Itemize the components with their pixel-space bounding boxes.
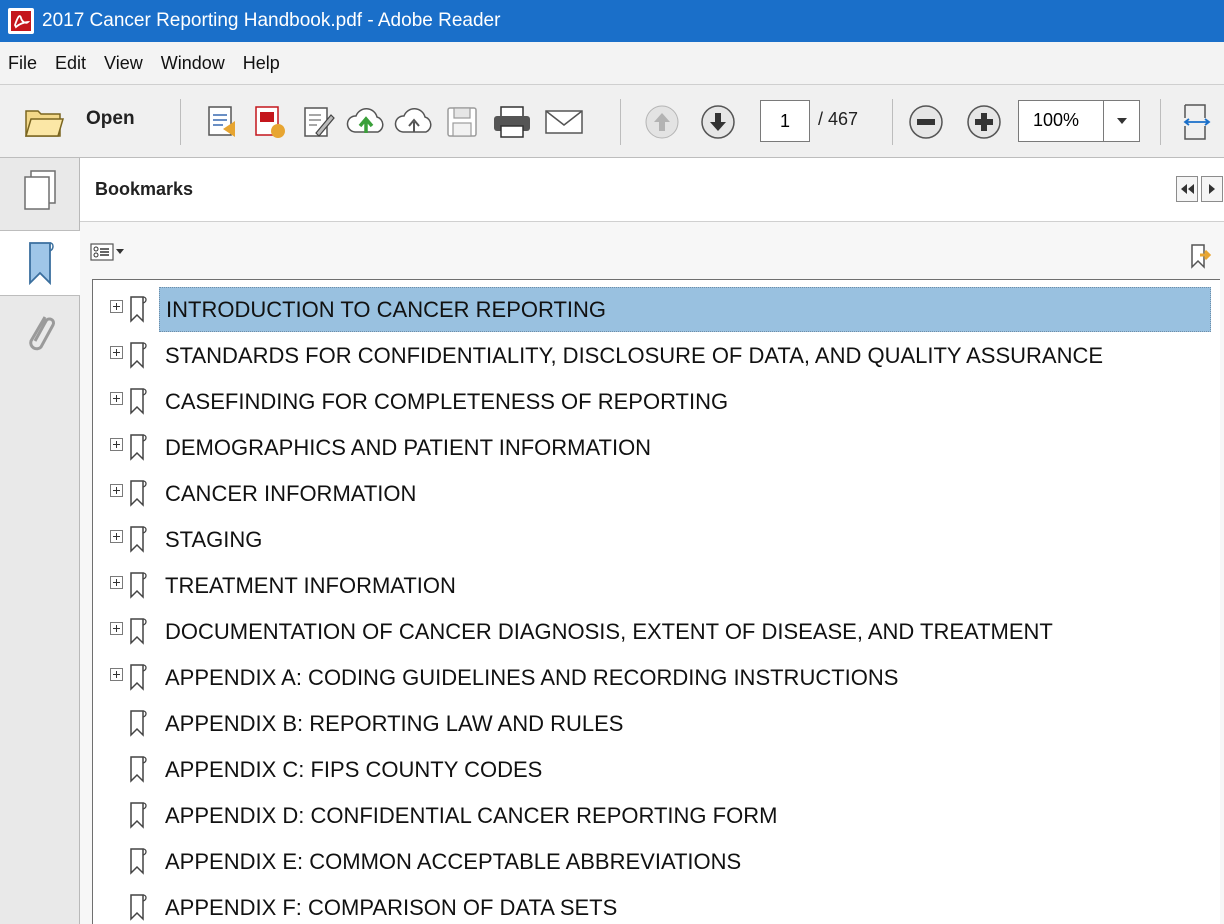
expand-plus-icon[interactable] bbox=[110, 576, 123, 589]
bookmark-item[interactable]: APPENDIX A: CODING GUIDELINES AND RECORD… bbox=[93, 655, 1219, 700]
bookmark-item[interactable]: DEMOGRAPHICS AND PATIENT INFORMATION bbox=[93, 425, 1219, 470]
bookmark-label[interactable]: APPENDIX C: FIPS COUNTY CODES bbox=[165, 757, 542, 783]
fit-width-icon[interactable] bbox=[1178, 101, 1218, 143]
bookmark-label[interactable]: APPENDIX E: COMMON ACCEPTABLE ABBREVIATI… bbox=[165, 849, 741, 875]
bookmark-icon bbox=[128, 663, 150, 696]
bookmark-icon bbox=[128, 479, 150, 512]
pdf-app-icon bbox=[8, 8, 34, 34]
bookmark-item[interactable]: DOCUMENTATION OF CANCER DIAGNOSIS, EXTEN… bbox=[93, 609, 1219, 654]
bookmark-icon bbox=[128, 847, 150, 880]
bookmark-label[interactable]: DEMOGRAPHICS AND PATIENT INFORMATION bbox=[165, 435, 651, 461]
bookmark-item[interactable]: APPENDIX F: COMPARISON OF DATA SETS bbox=[93, 885, 1219, 924]
bookmarks-panel: Bookmarks INTRODUCTION TO CANCER REPORTI… bbox=[80, 158, 1224, 924]
page-total: / 467 bbox=[818, 109, 859, 129]
bookmark-icon bbox=[128, 801, 150, 834]
print-icon[interactable] bbox=[488, 101, 536, 143]
navigation-pane bbox=[0, 158, 81, 924]
edit-document-icon[interactable] bbox=[296, 101, 340, 143]
expand-plus-icon[interactable] bbox=[110, 484, 123, 497]
zoom-out-icon[interactable] bbox=[904, 101, 948, 143]
bookmark-item[interactable]: CANCER INFORMATION bbox=[93, 471, 1219, 516]
bookmark-item[interactable]: CASEFINDING FOR COMPLETENESS OF REPORTIN… bbox=[93, 379, 1219, 424]
panel-title: Bookmarks bbox=[95, 179, 194, 199]
bookmark-item[interactable]: APPENDIX D: CONFIDENTIAL CANCER REPORTIN… bbox=[93, 793, 1219, 838]
attachments-icon[interactable] bbox=[0, 302, 80, 368]
email-icon[interactable] bbox=[540, 101, 588, 143]
cloud-share-icon[interactable] bbox=[392, 101, 436, 143]
page-number-input[interactable]: 1 bbox=[760, 100, 810, 142]
expand-bookmark-icon[interactable] bbox=[1188, 242, 1214, 275]
bookmark-icon bbox=[128, 893, 150, 924]
expand-plus-icon[interactable] bbox=[110, 438, 123, 451]
bookmark-icon bbox=[128, 709, 150, 742]
bookmark-tree: INTRODUCTION TO CANCER REPORTING STANDAR… bbox=[92, 279, 1220, 924]
collapse-pane-button[interactable] bbox=[1176, 176, 1198, 202]
bookmark-icon bbox=[128, 617, 150, 650]
menu-file[interactable]: File bbox=[0, 53, 46, 74]
bookmark-icon bbox=[128, 341, 150, 374]
expand-plus-icon[interactable] bbox=[110, 392, 123, 405]
expand-plus-icon[interactable] bbox=[110, 300, 123, 313]
bookmark-icon bbox=[128, 433, 150, 466]
menu-window[interactable]: Window bbox=[152, 53, 234, 74]
save-icon[interactable] bbox=[440, 101, 484, 143]
bookmark-icon bbox=[128, 571, 150, 604]
chevron-down-icon[interactable] bbox=[1103, 101, 1139, 141]
expand-pane-button[interactable] bbox=[1201, 176, 1223, 202]
bookmark-icon bbox=[128, 295, 150, 328]
bookmark-options-button[interactable] bbox=[90, 242, 126, 262]
window-title: 2017 Cancer Reporting Handbook.pdf - Ado… bbox=[42, 10, 501, 31]
bookmark-label[interactable]: CASEFINDING FOR COMPLETENESS OF REPORTIN… bbox=[165, 389, 728, 415]
bookmark-label[interactable]: APPENDIX F: COMPARISON OF DATA SETS bbox=[165, 895, 617, 921]
menu-bar: File Edit View Window Help bbox=[0, 42, 1224, 84]
bookmark-label[interactable]: DOCUMENTATION OF CANCER DIAGNOSIS, EXTEN… bbox=[165, 619, 1053, 645]
bookmark-icon bbox=[128, 387, 150, 420]
bookmark-item[interactable]: TREATMENT INFORMATION bbox=[93, 563, 1219, 608]
previous-page-icon[interactable] bbox=[640, 101, 684, 143]
create-pdf-icon[interactable] bbox=[200, 101, 244, 143]
expand-plus-icon[interactable] bbox=[110, 346, 123, 359]
title-bar: 2017 Cancer Reporting Handbook.pdf - Ado… bbox=[0, 0, 1224, 42]
bookmark-label[interactable]: APPENDIX D: CONFIDENTIAL CANCER REPORTIN… bbox=[165, 803, 777, 829]
zoom-in-icon[interactable] bbox=[962, 101, 1006, 143]
menu-edit[interactable]: Edit bbox=[46, 53, 95, 74]
export-pdf-icon[interactable] bbox=[248, 101, 292, 143]
cloud-upload-icon[interactable] bbox=[344, 101, 388, 143]
expand-plus-icon[interactable] bbox=[110, 530, 123, 543]
bookmark-item[interactable]: STANDARDS FOR CONFIDENTIALITY, DISCLOSUR… bbox=[93, 333, 1219, 378]
open-button[interactable]: Open bbox=[86, 108, 135, 130]
bookmark-item[interactable]: APPENDIX E: COMMON ACCEPTABLE ABBREVIATI… bbox=[93, 839, 1219, 884]
bookmark-label[interactable]: APPENDIX B: REPORTING LAW AND RULES bbox=[165, 711, 623, 737]
expand-plus-icon[interactable] bbox=[110, 668, 123, 681]
bookmark-label[interactable]: APPENDIX A: CODING GUIDELINES AND RECORD… bbox=[165, 665, 898, 691]
bookmarks-panel-icon[interactable] bbox=[0, 230, 81, 296]
bookmark-label[interactable]: TREATMENT INFORMATION bbox=[165, 573, 456, 599]
bookmark-item[interactable]: STAGING bbox=[93, 517, 1219, 562]
bookmark-item[interactable]: INTRODUCTION TO CANCER REPORTING bbox=[93, 287, 1219, 332]
menu-view[interactable]: View bbox=[95, 53, 152, 74]
zoom-select[interactable]: 100% bbox=[1018, 100, 1140, 142]
bookmark-item[interactable]: APPENDIX B: REPORTING LAW AND RULES bbox=[93, 701, 1219, 746]
zoom-value[interactable]: 100% bbox=[1033, 110, 1079, 131]
panel-header: Bookmarks bbox=[80, 158, 1224, 222]
expand-plus-icon[interactable] bbox=[110, 622, 123, 635]
page-thumbnails-icon[interactable] bbox=[0, 158, 80, 224]
menu-help[interactable]: Help bbox=[234, 53, 289, 74]
bookmark-label[interactable]: CANCER INFORMATION bbox=[165, 481, 416, 507]
bookmark-item[interactable]: APPENDIX C: FIPS COUNTY CODES bbox=[93, 747, 1219, 792]
bookmark-label[interactable]: STANDARDS FOR CONFIDENTIALITY, DISCLOSUR… bbox=[165, 343, 1103, 369]
next-page-icon[interactable] bbox=[696, 101, 740, 143]
open-folder-icon[interactable] bbox=[22, 101, 66, 143]
bookmark-icon bbox=[128, 525, 150, 558]
bookmark-label[interactable]: STAGING bbox=[165, 527, 262, 553]
bookmark-label[interactable]: INTRODUCTION TO CANCER REPORTING bbox=[166, 297, 606, 323]
bookmark-icon bbox=[128, 755, 150, 788]
